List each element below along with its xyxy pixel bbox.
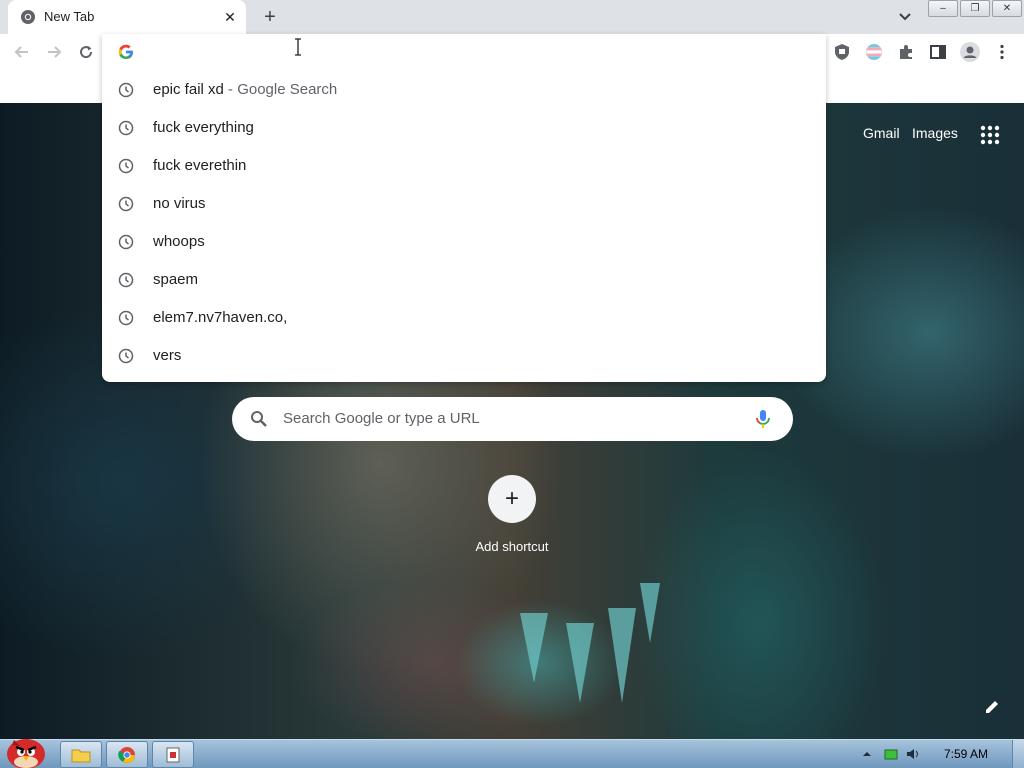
window-controls: – ❐ ✕ (928, 0, 1024, 18)
tab-new-tab[interactable]: New Tab ✕ (8, 0, 246, 34)
taskbar-clock[interactable]: 7:59 AM (944, 747, 988, 761)
gmail-link[interactable]: Gmail (863, 125, 900, 141)
clock-icon (118, 272, 134, 288)
tab-strip: New Tab ✕ + – ❐ ✕ (0, 0, 1024, 34)
suggestion-text: whoops (153, 233, 205, 250)
arrow-right-icon (48, 46, 62, 58)
clock-icon (118, 234, 134, 250)
menu-button[interactable] (990, 40, 1014, 64)
forward-button[interactable] (42, 40, 66, 64)
explorer-taskbar-button[interactable] (60, 741, 102, 768)
folder-icon (71, 749, 91, 762)
clock-icon (118, 158, 134, 174)
suggestion-item[interactable]: fuck everethin (102, 146, 826, 184)
chrome-taskbar-button[interactable] (106, 741, 148, 768)
profile-button[interactable] (958, 40, 982, 64)
suggestion-description: - Google Search (223, 81, 338, 98)
background-decoration (520, 613, 548, 683)
suggestion-text: epic fail xd - Google Search (153, 81, 338, 98)
extensions-button[interactable] (894, 40, 918, 64)
suggestion-item[interactable]: no virus (102, 184, 826, 222)
omnibox[interactable] (102, 34, 826, 70)
puzzle-icon (900, 45, 912, 59)
new-tab-button[interactable]: + (258, 5, 282, 29)
background-decoration (640, 583, 660, 643)
tab-title: New Tab (44, 9, 95, 24)
volume-icon[interactable] (906, 747, 920, 761)
search-icon (251, 411, 267, 427)
images-link[interactable]: Images (912, 125, 958, 141)
reload-icon (80, 46, 93, 59)
side-panel-icon (930, 45, 946, 59)
close-window-button[interactable]: ✕ (992, 0, 1022, 17)
suggestion-text: spaem (153, 271, 199, 288)
suggestion-text: no virus (153, 195, 206, 212)
tab-close-icon[interactable]: ✕ (221, 8, 239, 26)
suggestion-item[interactable]: vers (102, 336, 826, 374)
ublock-extension-button[interactable] (830, 40, 854, 64)
suggestion-item[interactable]: whoops (102, 222, 826, 260)
app-icon (166, 747, 180, 762)
arrow-left-icon (14, 46, 28, 58)
battery-icon[interactable] (884, 747, 898, 761)
add-shortcut-button[interactable]: + (488, 475, 536, 523)
avatar-icon (960, 42, 980, 62)
suggestion-text: fuck everethin (153, 157, 247, 174)
ntp-search-box[interactable]: Search Google or type a URL (232, 397, 793, 441)
suggestion-item[interactable]: spaem (102, 260, 826, 298)
flag-extension-button[interactable] (862, 40, 886, 64)
pencil-icon[interactable] (982, 697, 1002, 717)
taskbar: 7:59 AM (0, 739, 1024, 768)
background-decoration (608, 608, 636, 703)
microphone-icon[interactable] (752, 408, 774, 430)
restore-button[interactable]: ❐ (960, 0, 990, 17)
suggestion-text: vers (153, 347, 182, 364)
reload-button[interactable] (74, 40, 98, 64)
suggestion-item[interactable]: elem7.nv7haven.co, (102, 298, 826, 336)
suggestion-text: fuck everything (153, 119, 254, 136)
back-button[interactable] (10, 40, 34, 64)
show-desktop-button[interactable] (1012, 740, 1024, 768)
background-decoration (566, 623, 594, 703)
show-hidden-icons-icon[interactable] (860, 747, 874, 761)
clock-icon (118, 348, 134, 364)
chrome-icon (118, 746, 135, 763)
clock-icon (118, 120, 134, 136)
clock-icon (118, 196, 134, 212)
clock-icon (118, 310, 134, 326)
text-cursor-icon (295, 38, 301, 56)
suggestion-item[interactable]: epic fail xd - Google Search (102, 70, 826, 108)
google-g-icon (118, 44, 133, 59)
search-placeholder: Search Google or type a URL (283, 410, 480, 427)
side-panel-button[interactable] (926, 40, 950, 64)
minimize-button[interactable]: – (928, 0, 958, 17)
trans-flag-icon (865, 43, 883, 61)
chevron-down-icon[interactable] (895, 8, 915, 26)
suggestion-item[interactable]: fuck everything (102, 108, 826, 146)
omnibox-dropdown: epic fail xd - Google Search fuck everyt… (102, 34, 826, 382)
ublock-shield-icon (835, 44, 849, 60)
omnibox-input[interactable] (146, 40, 806, 64)
app-taskbar-button[interactable] (152, 741, 194, 768)
apps-grid-icon[interactable] (978, 123, 1002, 147)
add-shortcut-label: Add shortcut (475, 539, 549, 554)
suggestion-text: elem7.nv7haven.co, (153, 309, 288, 326)
kebab-menu-icon (1000, 44, 1004, 60)
start-button[interactable] (2, 732, 50, 768)
chrome-icon (21, 10, 35, 24)
clock-icon (118, 82, 134, 98)
